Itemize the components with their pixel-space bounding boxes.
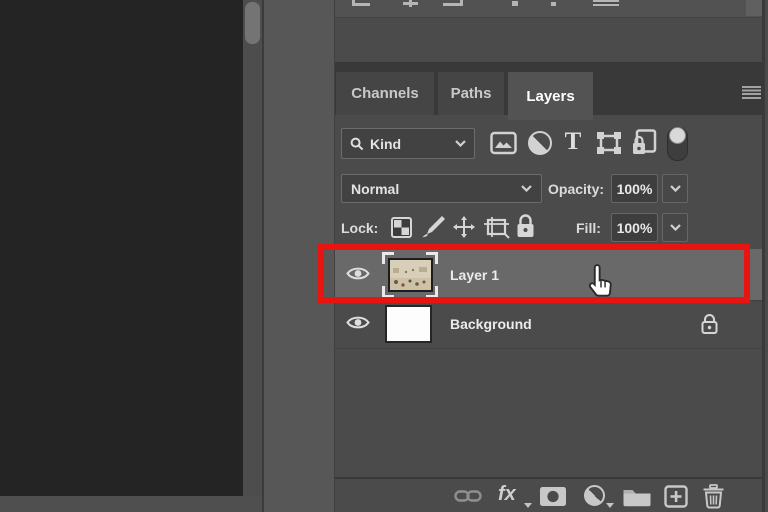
kind-label: Kind <box>370 135 402 152</box>
panel-corner-widget <box>746 0 763 16</box>
smart-object-filter-icon[interactable] <box>631 129 657 156</box>
scrollbar-thumb[interactable] <box>245 2 260 44</box>
chevron-down-icon <box>521 185 532 192</box>
fill-value-field[interactable]: 100% <box>611 213 658 242</box>
annotation-highlight-rectangle <box>318 244 750 303</box>
lock-all-icon[interactable] <box>515 213 536 239</box>
pixel-layer-filter-icon[interactable] <box>490 131 517 155</box>
new-group-icon[interactable] <box>622 487 652 507</box>
tab-channels[interactable]: Channels <box>336 72 434 115</box>
lock-position-icon[interactable] <box>452 215 476 239</box>
adjustment-layer-filter-icon[interactable] <box>528 131 552 155</box>
filter-toggle-knob <box>669 127 686 144</box>
hand-cursor <box>584 263 618 301</box>
background-name[interactable]: Background <box>450 314 532 334</box>
distribute-icon <box>512 1 518 6</box>
shape-layer-filter-icon[interactable] <box>595 130 623 156</box>
panel-border <box>762 0 765 512</box>
footer-divider <box>335 477 762 479</box>
chevron-down-icon <box>669 185 681 192</box>
blend-mode-dropdown[interactable]: Normal <box>341 174 542 203</box>
fill-label: Fill: <box>576 219 601 236</box>
chevron-down-icon <box>455 140 466 147</box>
tab-paths[interactable]: Paths <box>438 72 504 115</box>
opacity-slider-toggle[interactable] <box>662 174 688 203</box>
link-layers-icon[interactable] <box>454 487 482 505</box>
opacity-value-field[interactable]: 100% <box>611 174 658 203</box>
photoshop-window: Channels Paths Layers Kind T Normal Opac… <box>0 0 768 512</box>
tab-layers[interactable]: Layers <box>508 72 593 120</box>
new-adjustment-layer-icon[interactable] <box>584 485 605 506</box>
panel-menu-icon[interactable] <box>742 86 761 100</box>
search-icon <box>350 137 364 151</box>
lock-label: Lock: <box>341 219 379 236</box>
opacity-label: Opacity: <box>548 180 605 197</box>
chevron-down-icon <box>669 224 681 231</box>
adjustment-menu-arrow <box>606 503 614 508</box>
background-lock-icon[interactable] <box>700 313 719 335</box>
layer-style-menu-arrow <box>524 503 532 508</box>
delete-layer-icon[interactable] <box>702 484 725 509</box>
align-center-icon-bar <box>403 2 418 5</box>
distribute-icon <box>551 2 556 6</box>
row-divider <box>335 348 762 349</box>
canvas-bottom-bar <box>0 496 262 512</box>
fill-slider-toggle[interactable] <box>662 213 688 242</box>
blend-mode-value: Normal <box>351 180 400 197</box>
type-layer-filter-icon[interactable]: T <box>562 127 584 157</box>
add-layer-mask-icon[interactable] <box>539 486 567 507</box>
layer-filter-kind-dropdown[interactable]: Kind <box>341 128 475 159</box>
lock-artboard-icon[interactable] <box>483 216 511 239</box>
divider <box>334 17 762 18</box>
equalize-icon <box>593 0 619 6</box>
visibility-eye-icon[interactable] <box>346 314 370 331</box>
lock-image-pixels-icon[interactable] <box>421 214 447 240</box>
panel-above-remnant <box>334 0 762 17</box>
document-canvas[interactable] <box>0 0 243 497</box>
background-thumbnail[interactable] <box>385 305 432 343</box>
align-left-icon <box>352 0 370 6</box>
new-layer-icon[interactable] <box>664 485 688 508</box>
canvas-vertical-scrollbar[interactable] <box>243 0 262 512</box>
lock-transparent-pixels-icon[interactable] <box>391 217 412 238</box>
align-right-icon <box>443 0 463 6</box>
